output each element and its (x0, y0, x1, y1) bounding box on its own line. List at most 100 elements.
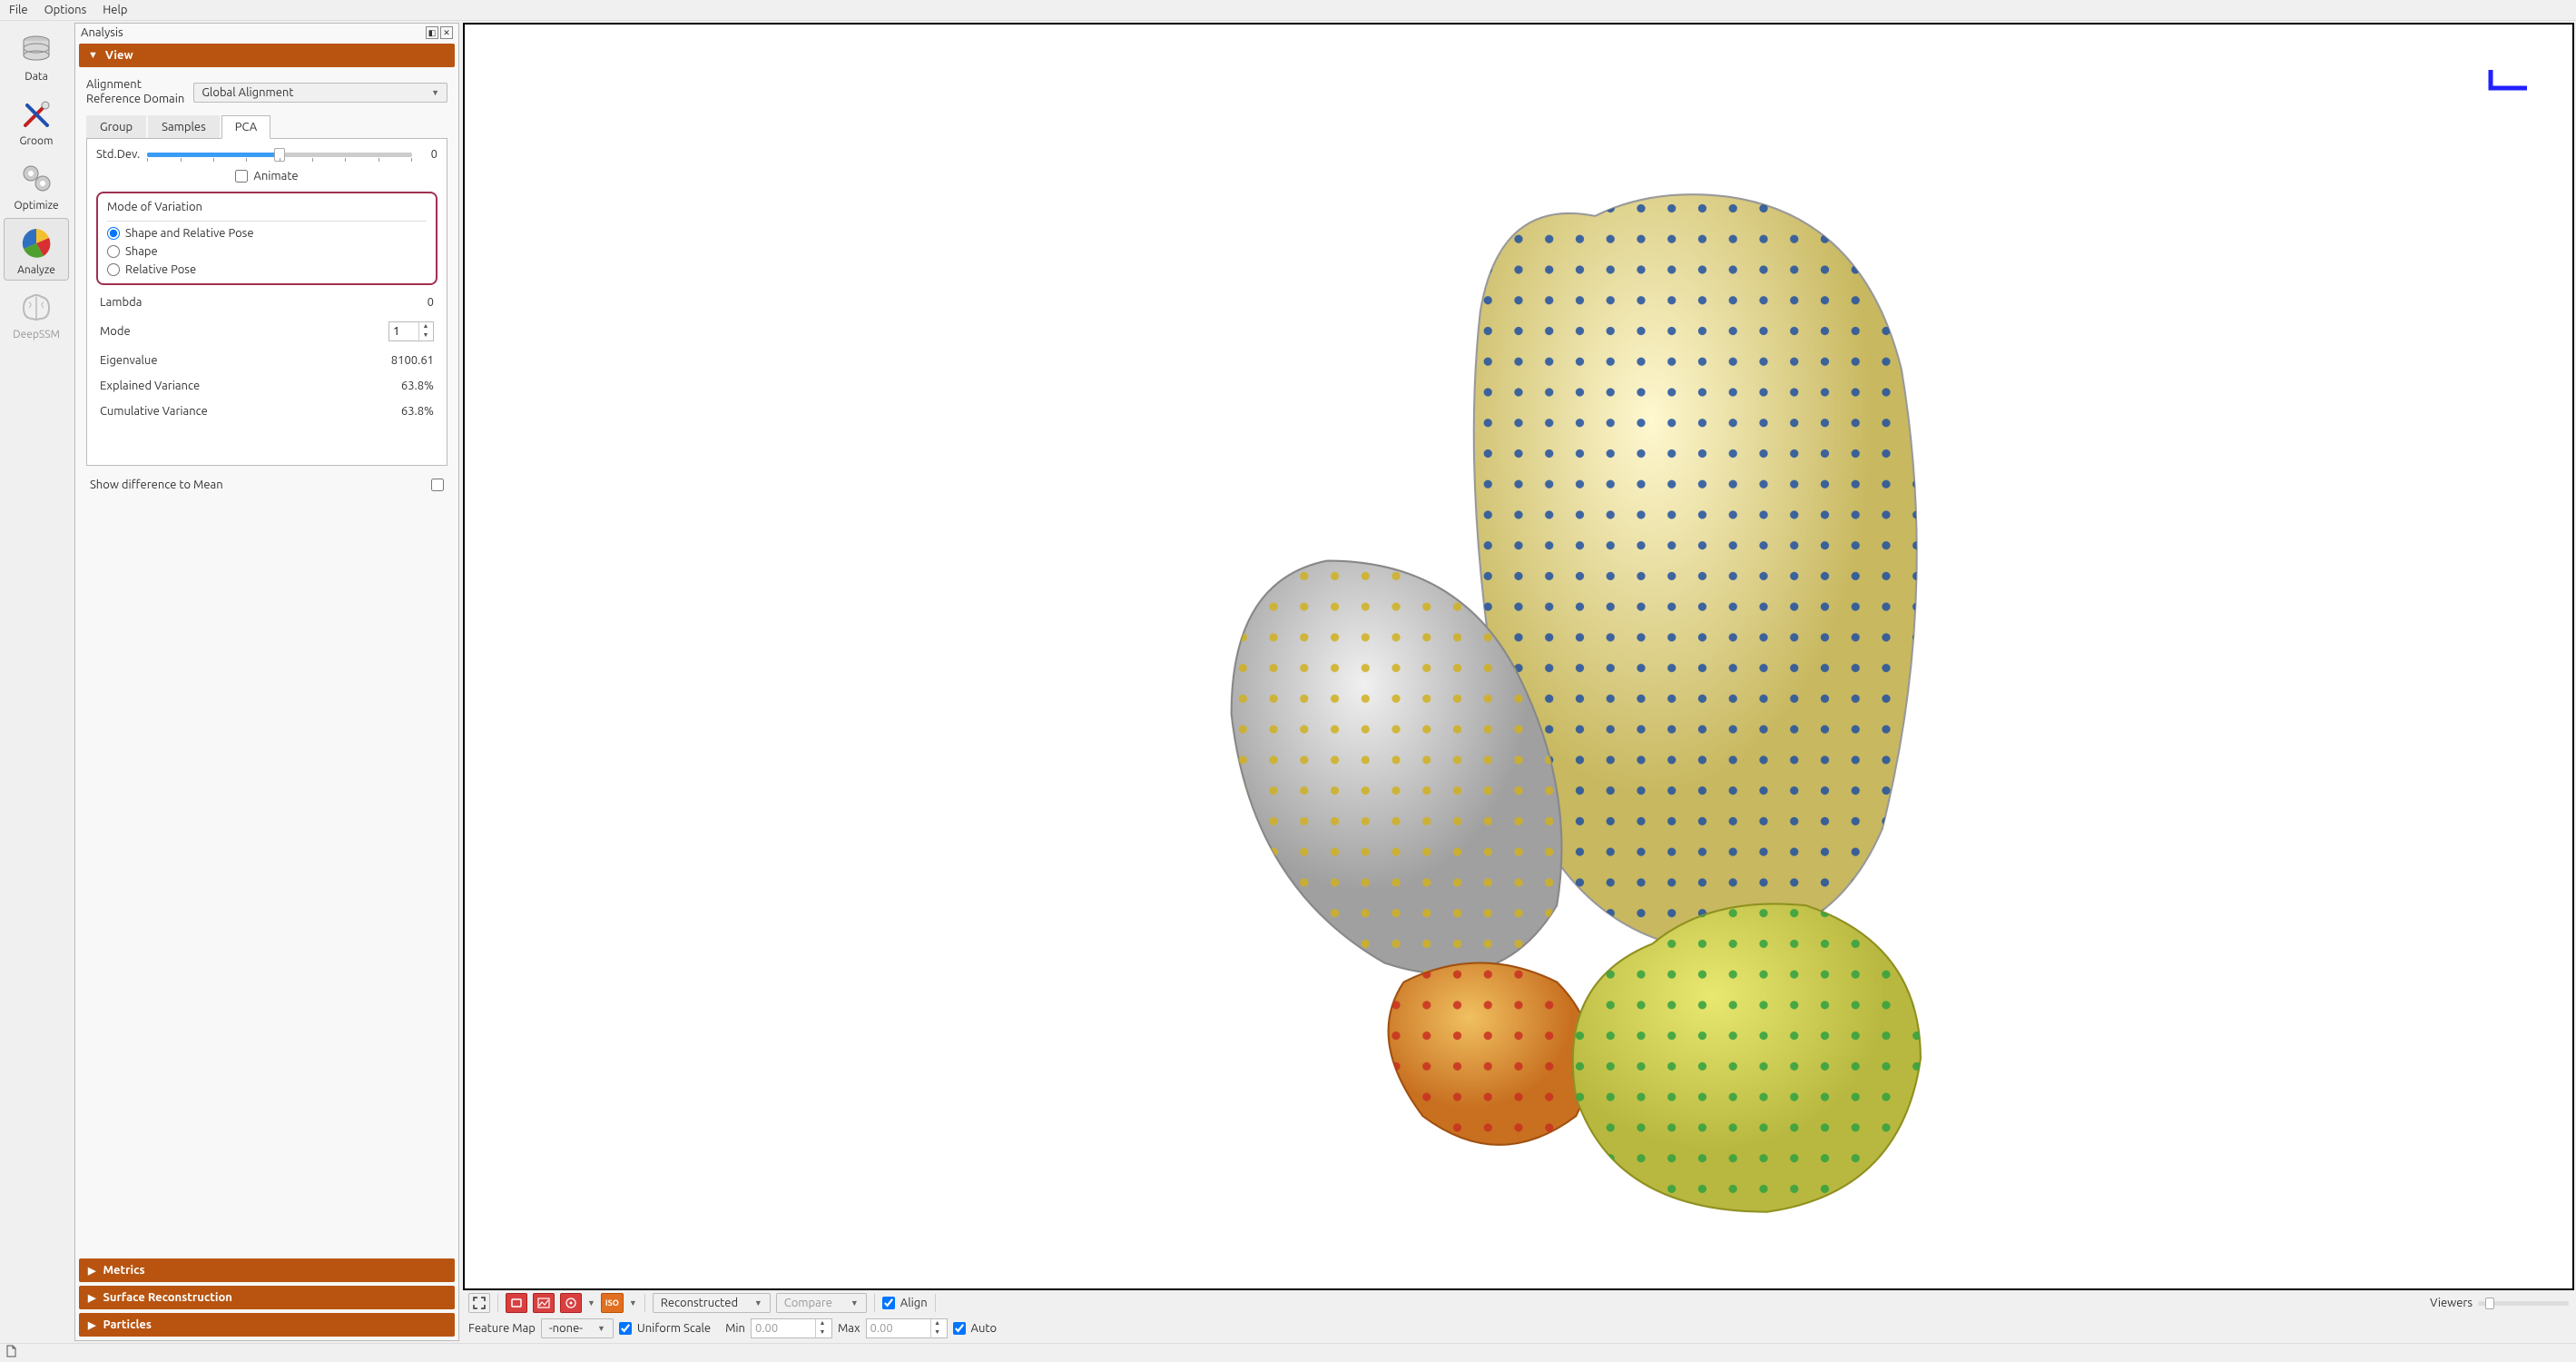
reconstructed-dropdown[interactable]: Reconstructed ▼ (653, 1293, 771, 1313)
stddev-slider[interactable] (147, 153, 412, 157)
analysis-panel: Analysis ◧ ✕ ▼ View Alignment Reference … (74, 23, 459, 1341)
feature-map-label: Feature Map (468, 1322, 536, 1335)
max-label: Max (838, 1322, 860, 1335)
brain-icon (17, 289, 55, 327)
document-icon (5, 1345, 16, 1360)
auto-checkbox[interactable] (953, 1322, 966, 1335)
max-spinbox[interactable]: ▲▼ (866, 1318, 948, 1338)
section-view-header[interactable]: ▼ View (79, 44, 455, 67)
slider-thumb[interactable] (2485, 1298, 2494, 1309)
database-icon (17, 31, 55, 69)
radio-shape-pose[interactable]: Shape and Relative Pose (107, 227, 427, 240)
exvar-label: Explained Variance (100, 380, 200, 392)
section-particles-label: Particles (103, 1318, 152, 1331)
eigen-value: 8100.61 (391, 354, 434, 367)
stddev-label: Std.Dev. (96, 148, 140, 161)
section-metrics-header[interactable]: ▶ Metrics (79, 1258, 455, 1282)
spin-up-icon[interactable]: ▲ (931, 1319, 944, 1328)
mesh-render-icon (465, 25, 2572, 1288)
radio-input[interactable] (107, 263, 120, 276)
camera-front-icon[interactable] (506, 1293, 527, 1313)
cumvar-label: Cumulative Variance (100, 405, 208, 418)
tool-label: DeepSSM (13, 329, 60, 340)
feature-map-dropdown[interactable]: -none- ▼ (541, 1318, 614, 1338)
section-surface-header[interactable]: ▶ Surface Reconstruction (79, 1286, 455, 1309)
min-label: Min (725, 1322, 745, 1335)
alignment-label-2: Reference Domain (86, 93, 184, 107)
panel-title: Analysis (81, 26, 123, 39)
mode-input[interactable] (389, 322, 418, 340)
tool-data[interactable]: Data (4, 25, 69, 87)
show-diff-checkbox[interactable] (431, 479, 444, 491)
target-icon[interactable] (560, 1293, 582, 1313)
align-checkbox[interactable] (882, 1297, 895, 1309)
pca-tabs: Group Samples PCA (86, 115, 447, 139)
spin-down-icon[interactable]: ▼ (931, 1328, 944, 1337)
feature-map-value: -none- (549, 1322, 583, 1335)
auto-label: Auto (971, 1322, 998, 1335)
close-icon[interactable]: ✕ (440, 26, 453, 39)
animate-checkbox[interactable] (235, 170, 248, 183)
menubar: File Options Help (0, 0, 2576, 21)
radio-label: Shape and Relative Pose (125, 227, 254, 240)
pie-chart-icon (17, 224, 55, 262)
caret-right-icon: ▶ (88, 1319, 95, 1331)
chevron-down-icon: ▼ (754, 1298, 762, 1308)
tool-groom[interactable]: Groom (4, 89, 69, 152)
section-view-label: View (105, 49, 133, 62)
radio-input[interactable] (107, 245, 120, 258)
caret-down-icon: ▼ (88, 50, 98, 61)
compare-dropdown[interactable]: Compare ▼ (776, 1293, 867, 1313)
uniform-scale-checkbox[interactable] (619, 1322, 632, 1335)
alignment-label-1: Alignment (86, 78, 184, 93)
cumvar-value: 63.8% (401, 405, 434, 418)
animate-label: Animate (253, 170, 298, 183)
tool-deepssm[interactable]: DeepSSM (4, 282, 69, 345)
radio-input[interactable] (107, 227, 120, 240)
radio-shape[interactable]: Shape (107, 245, 427, 258)
viewer-toolbar-1: ▼ ISO ▼ Reconstructed ▼ Compare ▼ Align … (463, 1290, 2574, 1316)
viewport-area: ▼ ISO ▼ Reconstructed ▼ Compare ▼ Align … (463, 23, 2574, 1341)
alignment-dropdown[interactable]: Global Alignment ▼ (193, 83, 447, 103)
alignment-value: Global Alignment (202, 86, 293, 99)
menu-options[interactable]: Options (44, 4, 87, 16)
caret-right-icon: ▶ (88, 1292, 95, 1304)
viewers-slider[interactable] (2478, 1301, 2569, 1306)
mode-spinbox[interactable]: ▲▼ (388, 321, 434, 341)
view-section-body: Alignment Reference Domain Global Alignm… (75, 69, 458, 115)
tool-label: Data (25, 71, 48, 83)
render-canvas[interactable] (463, 23, 2574, 1290)
tab-pca[interactable]: PCA (221, 115, 271, 139)
spin-up-icon[interactable]: ▲ (816, 1319, 829, 1328)
tab-group[interactable]: Group (86, 115, 146, 138)
lambda-label: Lambda (100, 296, 142, 309)
spin-down-icon[interactable]: ▼ (816, 1328, 829, 1337)
tool-analyze[interactable]: Analyze (4, 218, 69, 281)
picture-icon[interactable] (533, 1293, 555, 1313)
tab-samples[interactable]: Samples (148, 115, 220, 138)
menu-help[interactable]: Help (103, 4, 127, 16)
compare-label: Compare (784, 1297, 832, 1309)
pca-tab-content: Std.Dev. 0 Animate Mode of Variation Sha… (86, 139, 447, 466)
spin-up-icon[interactable]: ▲ (419, 322, 432, 331)
fullscreen-icon[interactable] (468, 1293, 490, 1313)
min-spinbox[interactable]: ▲▼ (751, 1318, 832, 1338)
tool-sidebar: Data Groom Optimize Analyze DeepSSM (0, 21, 73, 1343)
mode-label: Mode (100, 325, 131, 338)
section-metrics-label: Metrics (103, 1264, 144, 1277)
gears-icon (17, 160, 55, 198)
menu-file[interactable]: File (9, 4, 28, 16)
tools-icon (17, 95, 55, 133)
spin-down-icon[interactable]: ▼ (419, 331, 432, 340)
mode-of-variation-box: Mode of Variation Shape and Relative Pos… (96, 192, 438, 285)
section-particles-header[interactable]: ▶ Particles (79, 1313, 455, 1337)
viewers-label: Viewers (2430, 1297, 2473, 1309)
radio-relative-pose[interactable]: Relative Pose (107, 263, 427, 276)
uniform-scale-label: Uniform Scale (637, 1322, 711, 1335)
lambda-value: 0 (428, 296, 434, 309)
max-input[interactable] (867, 1319, 930, 1337)
tool-optimize[interactable]: Optimize (4, 153, 69, 216)
undock-icon[interactable]: ◧ (426, 26, 438, 39)
iso-icon[interactable]: ISO (601, 1293, 624, 1313)
min-input[interactable] (752, 1319, 815, 1337)
